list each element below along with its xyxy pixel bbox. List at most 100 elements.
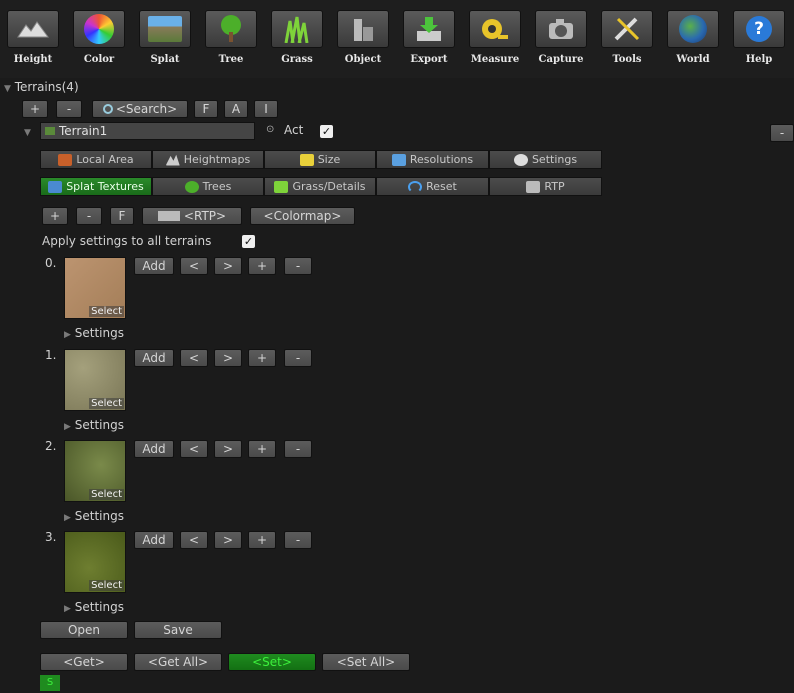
terrains-header[interactable]: ▼ Terrains(4) xyxy=(4,80,79,94)
texture-settings-toggle[interactable]: ▶ Settings xyxy=(64,418,124,432)
expand-arrow-icon: ▼ xyxy=(4,84,11,94)
tab-resolutions[interactable]: Resolutions xyxy=(376,150,489,169)
get-all-button[interactable]: <Get All> xyxy=(134,653,222,671)
insert-texture-button[interactable]: + xyxy=(248,349,276,367)
height-mountains-icon xyxy=(7,10,59,48)
f-button[interactable]: F xyxy=(194,100,218,118)
insert-texture-button[interactable]: + xyxy=(248,440,276,458)
i-button[interactable]: I xyxy=(254,100,278,118)
remove-splat-button[interactable]: - xyxy=(76,207,102,225)
tab-local-area[interactable]: Local Area xyxy=(40,150,152,169)
save-button[interactable]: Save xyxy=(134,621,222,639)
tool-label: Capture xyxy=(538,54,584,65)
act-checkbox[interactable]: ✓ xyxy=(320,125,333,138)
tab-row-1: Local Area Heightmaps Size Resolutions S… xyxy=(40,150,602,169)
tab-size[interactable]: Size xyxy=(264,150,376,169)
rtp-icon xyxy=(526,180,541,193)
rtp-logo-icon xyxy=(157,211,180,221)
texture-thumbnail[interactable]: Select xyxy=(64,349,126,411)
texture-settings-toggle[interactable]: ▶ Settings xyxy=(64,509,124,523)
move-left-button[interactable]: < xyxy=(180,257,208,275)
tool-measure[interactable]: Measure xyxy=(465,0,525,76)
f-splat-button[interactable]: F xyxy=(110,207,134,225)
move-right-button[interactable]: > xyxy=(214,531,242,549)
tab-trees[interactable]: Trees xyxy=(152,177,264,196)
terrain-side-button[interactable]: - xyxy=(770,124,794,142)
tab-grass-details[interactable]: Grass/Details xyxy=(264,177,376,196)
remove-texture-button[interactable]: - xyxy=(284,349,312,367)
insert-texture-button[interactable]: + xyxy=(248,257,276,275)
move-right-button[interactable]: > xyxy=(214,257,242,275)
add-texture-button[interactable]: Add xyxy=(134,440,174,458)
move-left-button[interactable]: < xyxy=(180,440,208,458)
set-button[interactable]: <Set> xyxy=(228,653,316,671)
tab-rtp[interactable]: RTP xyxy=(489,177,602,196)
add-terrain-button[interactable]: + xyxy=(22,100,48,118)
tool-splat[interactable]: Splat xyxy=(135,0,195,76)
heightmaps-icon xyxy=(165,154,180,166)
texture-settings-toggle[interactable]: ▶ Settings xyxy=(64,600,124,614)
s-button[interactable]: S xyxy=(40,675,60,691)
color-wheel-icon xyxy=(73,10,125,48)
tool-tools[interactable]: Tools xyxy=(597,0,657,76)
tab-label: Trees xyxy=(202,180,232,193)
add-texture-button[interactable]: Add xyxy=(134,531,174,549)
radio-icon[interactable]: ⊙ xyxy=(266,124,274,135)
texture-index: 0. xyxy=(45,256,57,270)
add-texture-button[interactable]: Add xyxy=(134,349,174,367)
tool-color[interactable]: Color xyxy=(69,0,129,76)
move-left-button[interactable]: < xyxy=(180,349,208,367)
move-left-button[interactable]: < xyxy=(180,531,208,549)
texture-thumbnail[interactable]: Select xyxy=(64,257,126,319)
a-button[interactable]: A xyxy=(224,100,248,118)
open-button[interactable]: Open xyxy=(40,621,128,639)
splat-landscape-icon xyxy=(139,10,191,48)
move-right-button[interactable]: > xyxy=(214,440,242,458)
tool-export[interactable]: Export xyxy=(399,0,459,76)
tool-object[interactable]: Object xyxy=(333,0,393,76)
texture-index: 3. xyxy=(45,530,57,544)
texture-settings-toggle[interactable]: ▶ Settings xyxy=(64,326,124,340)
get-button[interactable]: <Get> xyxy=(40,653,128,671)
tab-heightmaps[interactable]: Heightmaps xyxy=(152,150,264,169)
tool-world[interactable]: World xyxy=(663,0,723,76)
select-texture-button[interactable]: Select xyxy=(89,398,124,409)
size-icon xyxy=(299,153,314,166)
tab-label: RTP xyxy=(544,180,565,193)
texture-thumbnail[interactable]: Select xyxy=(64,440,126,502)
add-texture-button[interactable]: Add xyxy=(134,257,174,275)
rtp-button[interactable]: <RTP> xyxy=(142,207,242,225)
tab-splat-textures[interactable]: Splat Textures xyxy=(40,177,152,196)
select-texture-button[interactable]: Select xyxy=(89,306,124,317)
colormap-button[interactable]: <Colormap> xyxy=(250,207,355,225)
tool-grass[interactable]: Grass xyxy=(267,0,327,76)
terrain1-expand-icon[interactable]: ▼ xyxy=(24,124,31,138)
select-texture-button[interactable]: Select xyxy=(89,489,124,500)
collapse-arrow-icon: ▶ xyxy=(64,513,71,523)
tool-tree[interactable]: Tree xyxy=(201,0,261,76)
remove-texture-button[interactable]: - xyxy=(284,257,312,275)
add-splat-button[interactable]: + xyxy=(42,207,68,225)
tool-capture[interactable]: Capture xyxy=(531,0,591,76)
collapse-arrow-icon: ▶ xyxy=(64,422,71,432)
remove-texture-button[interactable]: - xyxy=(284,440,312,458)
insert-texture-button[interactable]: + xyxy=(248,531,276,549)
set-all-button[interactable]: <Set All> xyxy=(322,653,410,671)
tool-label: Object xyxy=(344,54,382,65)
tab-settings[interactable]: Settings xyxy=(489,150,602,169)
terrain1-name-field[interactable]: Terrain1 xyxy=(40,122,255,140)
grass-icon xyxy=(271,10,323,48)
tab-reset[interactable]: Reset xyxy=(376,177,489,196)
tool-help[interactable]: ? Help xyxy=(729,0,789,76)
tool-height[interactable]: Height xyxy=(3,0,63,76)
tab-row-2: Splat Textures Trees Grass/Details Reset… xyxy=(40,177,602,196)
move-right-button[interactable]: > xyxy=(214,349,242,367)
select-texture-button[interactable]: Select xyxy=(89,580,124,591)
tab-label: Grass/Details xyxy=(292,180,366,193)
remove-texture-button[interactable]: - xyxy=(284,531,312,549)
texture-thumbnail[interactable]: Select xyxy=(64,531,126,593)
remove-terrain-button[interactable]: - xyxy=(56,100,82,118)
terrains-title: Terrains(4) xyxy=(14,80,79,94)
search-button[interactable]: <Search> xyxy=(92,100,188,118)
apply-all-checkbox[interactable]: ✓ xyxy=(242,235,255,248)
